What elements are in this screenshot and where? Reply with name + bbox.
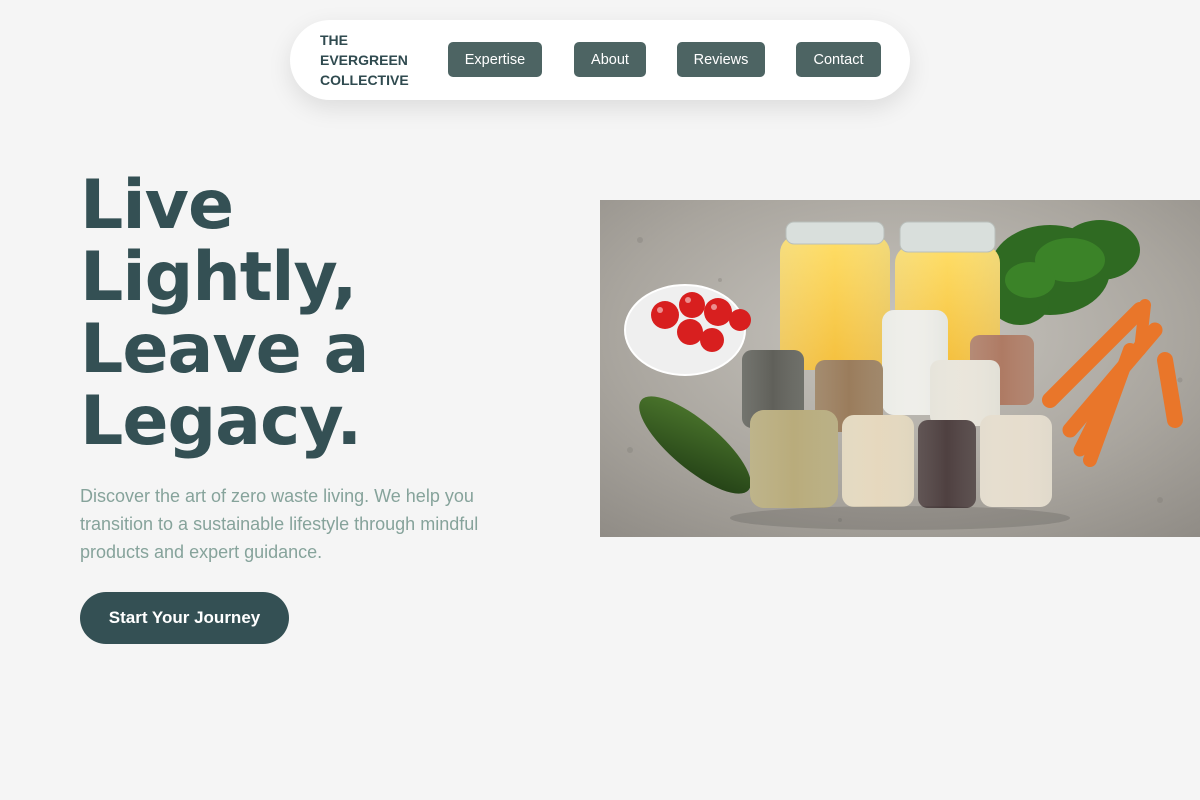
hero-title-line: Live xyxy=(80,166,234,245)
nav-about-button[interactable]: About xyxy=(574,42,646,77)
brand-line-3: COLLECTIVE xyxy=(320,72,409,88)
brand-line-2: EVERGREEN xyxy=(320,52,408,68)
hero-title-line: Lightly, xyxy=(80,238,357,317)
brand-line-1: THE xyxy=(320,32,348,48)
hero-description: Discover the art of zero waste living. W… xyxy=(80,486,479,562)
nav-contact-button[interactable]: Contact xyxy=(796,42,881,77)
hero-title-line: Legacy. xyxy=(80,382,362,461)
nav-expertise-button[interactable]: Expertise xyxy=(448,42,542,77)
hero-title: Live Lightly, Leave a Legacy. xyxy=(80,166,369,461)
brand-logo[interactable]: THE EVERGREEN COLLECTIVE xyxy=(320,30,409,90)
hero-title-line: Leave a xyxy=(80,310,369,389)
start-journey-button[interactable]: Start Your Journey xyxy=(80,592,289,644)
nav-reviews-button[interactable]: Reviews xyxy=(677,42,765,77)
top-nav: THE EVERGREEN COLLECTIVE Expertise About… xyxy=(290,20,910,100)
hero-image xyxy=(600,200,1200,537)
